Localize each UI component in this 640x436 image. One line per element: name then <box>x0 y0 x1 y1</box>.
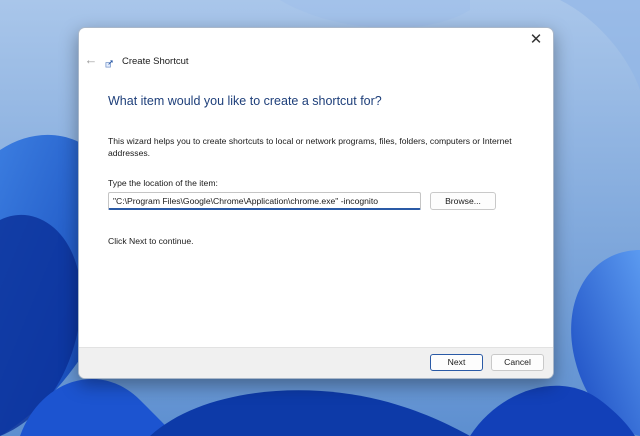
shortcut-wizard-icon <box>105 60 113 68</box>
close-icon: ✕ <box>529 31 543 48</box>
dialog-header: ← Create Shortcut <box>79 48 553 76</box>
create-shortcut-dialog: ✕ ← Create Shortcut What item would you … <box>78 27 554 379</box>
back-arrow-icon[interactable]: ← <box>83 52 99 67</box>
page-heading: What item would you like to create a sho… <box>108 94 382 108</box>
dialog-footer: Next Cancel <box>79 347 553 378</box>
cancel-button[interactable]: Cancel <box>491 354 544 371</box>
location-input[interactable] <box>108 192 421 210</box>
wizard-description: This wizard helps you to create shortcut… <box>108 136 512 158</box>
dialog-title: Create Shortcut <box>122 56 189 67</box>
close-button[interactable]: ✕ <box>525 30 547 50</box>
continue-instruction: Click Next to continue. <box>108 236 194 246</box>
browse-button[interactable]: Browse... <box>430 192 496 210</box>
location-label: Type the location of the item: <box>108 178 218 188</box>
next-button[interactable]: Next <box>430 354 483 371</box>
